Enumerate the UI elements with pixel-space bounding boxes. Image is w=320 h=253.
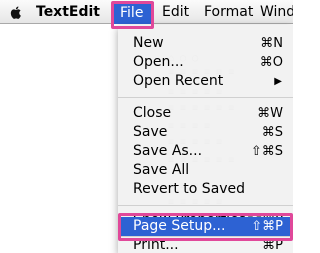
menu-format[interactable]: Format xyxy=(204,0,253,24)
menu-item-label: Close xyxy=(133,105,172,121)
menu-file[interactable]: File xyxy=(112,2,154,24)
menu-item-new[interactable]: New ⌘N xyxy=(118,34,293,53)
menu-item-label: Print... xyxy=(133,238,179,253)
menu-separator xyxy=(118,236,293,237)
menu-edit[interactable]: Edit xyxy=(162,0,189,24)
menu-separator xyxy=(118,97,293,98)
menu-item-revert-to-saved[interactable]: Revert to Saved xyxy=(118,180,293,199)
shortcut-label: ⌘W xyxy=(257,106,283,121)
menu-separator xyxy=(118,205,293,206)
shortcut-label: ⌘N xyxy=(260,36,283,51)
menu-item-label: Open... xyxy=(133,54,184,70)
shortcut-label: ⇧⌘S xyxy=(250,144,283,159)
menu-item-label: Page Setup... xyxy=(133,218,226,234)
submenu-arrow-icon: ▶ xyxy=(274,76,282,87)
menu-bar: TextEdit File Edit Format Wind xyxy=(0,0,293,24)
shortcut-label: ⌘S xyxy=(261,125,283,140)
menu-item-save-as[interactable]: Save As... ⇧⌘S xyxy=(118,142,293,161)
shortcut-label: ⌘P xyxy=(262,238,283,253)
menu-item-open[interactable]: Open... ⌘O xyxy=(118,53,293,72)
shortcut-label: ⇧⌘P xyxy=(251,219,283,234)
menu-item-save[interactable]: Save ⌘S xyxy=(118,123,293,142)
shortcut-label: ⌘O xyxy=(259,55,283,70)
menu-item-page-setup[interactable]: Page Setup... ⇧⌘P xyxy=(118,217,293,236)
menu-item-label: Revert to Saved xyxy=(133,181,246,197)
menu-app-name[interactable]: TextEdit xyxy=(36,0,100,24)
menu-item-close[interactable]: Close ⌘W xyxy=(118,104,293,123)
menu-item-save-all[interactable]: Save All xyxy=(118,161,293,180)
desktop-area xyxy=(0,25,118,253)
menu-item-label: Save As... xyxy=(133,143,203,159)
apple-icon[interactable] xyxy=(9,5,27,19)
menu-item-label: Save xyxy=(133,124,168,140)
menu-item-label: Open Recent xyxy=(133,73,224,89)
menu-window[interactable]: Wind xyxy=(260,0,293,24)
menu-item-open-recent[interactable]: Open Recent ▶ xyxy=(118,72,293,91)
screen: ⌂ ◯ ◯ ≡ ≡ ≡ ≡ ≡ ≡ ≡ ≡ ≡ ≡ ≡ ≡ ≡ ≡ ≡ ≡ ≡ … xyxy=(0,0,293,253)
menu-item-print[interactable]: Print... ⌘P xyxy=(118,238,293,253)
menu-item-label: Save All xyxy=(133,162,190,178)
menu-item-label: New xyxy=(133,35,164,51)
